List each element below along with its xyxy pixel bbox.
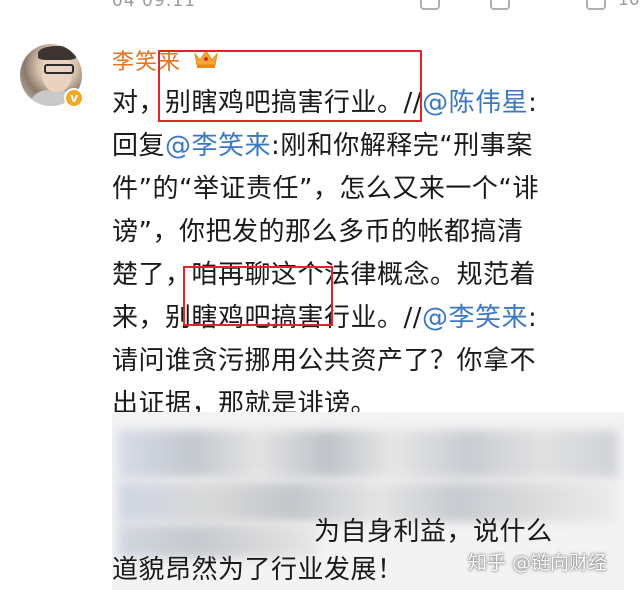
verified-badge-icon: v: [64, 88, 84, 108]
blurred-content: [118, 430, 618, 478]
comment-text: 对，别瞎鸡吧搞害行业。//@陈伟星: 回复@李笑来:刚和你解释完“刑事案 件”的…: [112, 88, 539, 419]
mention-link[interactable]: @李笑来: [422, 303, 528, 333]
share-icon[interactable]: [420, 0, 440, 10]
highlight-box: [158, 50, 422, 122]
quoted-post-text: 道貌昂然为了行业发展！: [112, 555, 404, 585]
watermark: 知乎 @链向财经: [468, 552, 608, 574]
like-count: 10: [618, 0, 640, 10]
mention-link[interactable]: @李笑来: [165, 131, 271, 161]
post-timestamp: 04 09:11: [112, 0, 197, 11]
quoted-post-text: 为自身利益，说什么: [314, 517, 553, 547]
post-meta-row: 04 09:11 10: [0, 0, 644, 14]
comment-icon[interactable]: [490, 0, 510, 10]
like-icon[interactable]: [586, 0, 606, 10]
mention-link[interactable]: @陈伟星: [422, 88, 528, 118]
highlight-box: [183, 266, 333, 326]
